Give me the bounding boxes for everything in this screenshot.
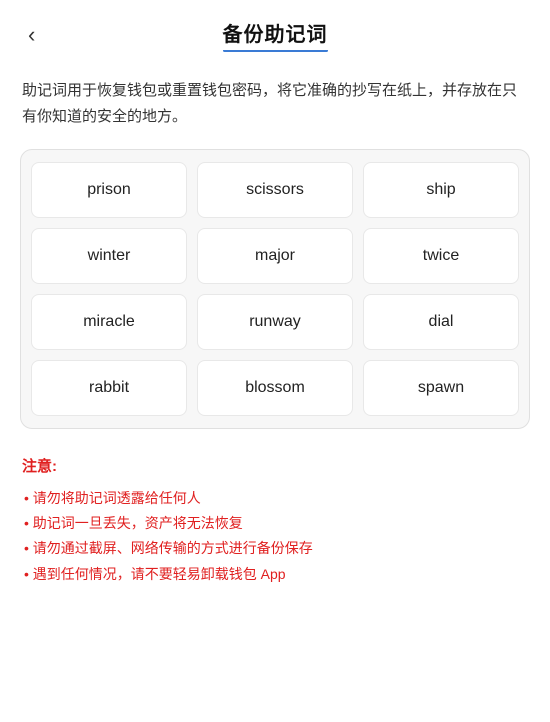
mnemonic-word-5: major [197,228,353,284]
notice-section: 注意: 请勿将助记词透露给任何人助记词一旦丢失，资产将无法恢复请勿通过截屏、网络… [0,447,550,607]
header-title-wrapper: 备份助记词 [223,18,328,52]
mnemonic-word-12: spawn [363,360,519,416]
page-title: 备份助记词 [223,18,328,47]
mnemonic-word-2: scissors [197,162,353,218]
notice-item-1: 请勿将助记词透露给任何人 [22,486,528,511]
mnemonic-word-7: miracle [31,294,187,350]
mnemonic-word-10: rabbit [31,360,187,416]
mnemonic-word-8: runway [197,294,353,350]
mnemonic-word-9: dial [363,294,519,350]
mnemonic-word-1: prison [31,162,187,218]
notice-item-2: 助记词一旦丢失，资产将无法恢复 [22,511,528,536]
mnemonic-word-11: blossom [197,360,353,416]
notice-title: 注意: [22,455,528,476]
mnemonic-word-4: winter [31,228,187,284]
notice-items: 请勿将助记词透露给任何人助记词一旦丢失，资产将无法恢复请勿通过截屏、网络传输的方… [22,486,528,587]
mnemonic-container: prisonscissorsship wintermajortwice miracl… [20,149,530,429]
title-underline [223,49,328,52]
mnemonic-word-3: ship [363,162,519,218]
notice-item-4: 遇到任何情况，请不要轻易卸载钱包 App [22,562,528,587]
description-text: 助记词用于恢复钱包或重置钱包密码，将它准确的抄写在纸上，并存放在只有你知道的安全… [0,62,550,143]
mnemonic-grid: prisonscissorsship wintermajortwice miracl… [31,162,519,416]
back-button[interactable]: ‹ [20,18,43,52]
notice-item-3: 请勿通过截屏、网络传输的方式进行备份保存 [22,536,528,561]
mnemonic-word-6: twice [363,228,519,284]
page-header: ‹ 备份助记词 [0,0,550,62]
